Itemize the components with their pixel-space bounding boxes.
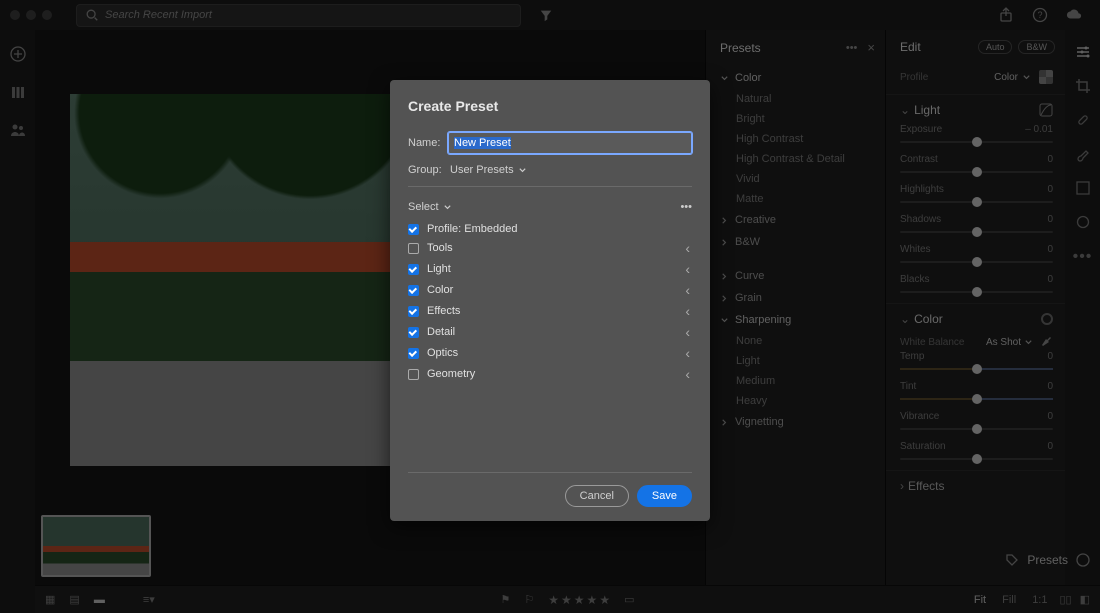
preset-name-input[interactable] bbox=[448, 132, 692, 154]
expand-detail[interactable]: ‹ bbox=[685, 324, 692, 340]
checkbox-geometry[interactable] bbox=[408, 369, 419, 380]
expand-color[interactable]: ‹ bbox=[685, 282, 692, 298]
dialog-more-icon[interactable]: ••• bbox=[680, 201, 692, 213]
name-label: Name: bbox=[408, 137, 448, 149]
dialog-title: Create Preset bbox=[408, 98, 692, 114]
chevron-down-icon bbox=[443, 203, 452, 212]
select-dropdown[interactable]: Select bbox=[408, 201, 452, 213]
expand-light[interactable]: ‹ bbox=[685, 261, 692, 277]
expand-geometry[interactable]: ‹ bbox=[685, 366, 692, 382]
chevron-down-icon bbox=[518, 166, 527, 175]
expand-tools[interactable]: ‹ bbox=[685, 240, 692, 256]
checkbox-effects[interactable] bbox=[408, 306, 419, 317]
checkbox-profile[interactable] bbox=[408, 224, 419, 235]
create-preset-dialog: Create Preset Name: Group: User Presets … bbox=[390, 80, 710, 521]
checkbox-color[interactable] bbox=[408, 285, 419, 296]
checkbox-tools[interactable] bbox=[408, 243, 419, 254]
expand-optics[interactable]: ‹ bbox=[685, 345, 692, 361]
checkbox-light[interactable] bbox=[408, 264, 419, 275]
checkbox-detail[interactable] bbox=[408, 327, 419, 338]
expand-effects[interactable]: ‹ bbox=[685, 303, 692, 319]
cancel-button[interactable]: Cancel bbox=[565, 485, 629, 507]
group-label: Group: bbox=[408, 164, 448, 176]
save-button[interactable]: Save bbox=[637, 485, 692, 507]
group-select[interactable]: User Presets bbox=[448, 164, 527, 176]
checkbox-optics[interactable] bbox=[408, 348, 419, 359]
